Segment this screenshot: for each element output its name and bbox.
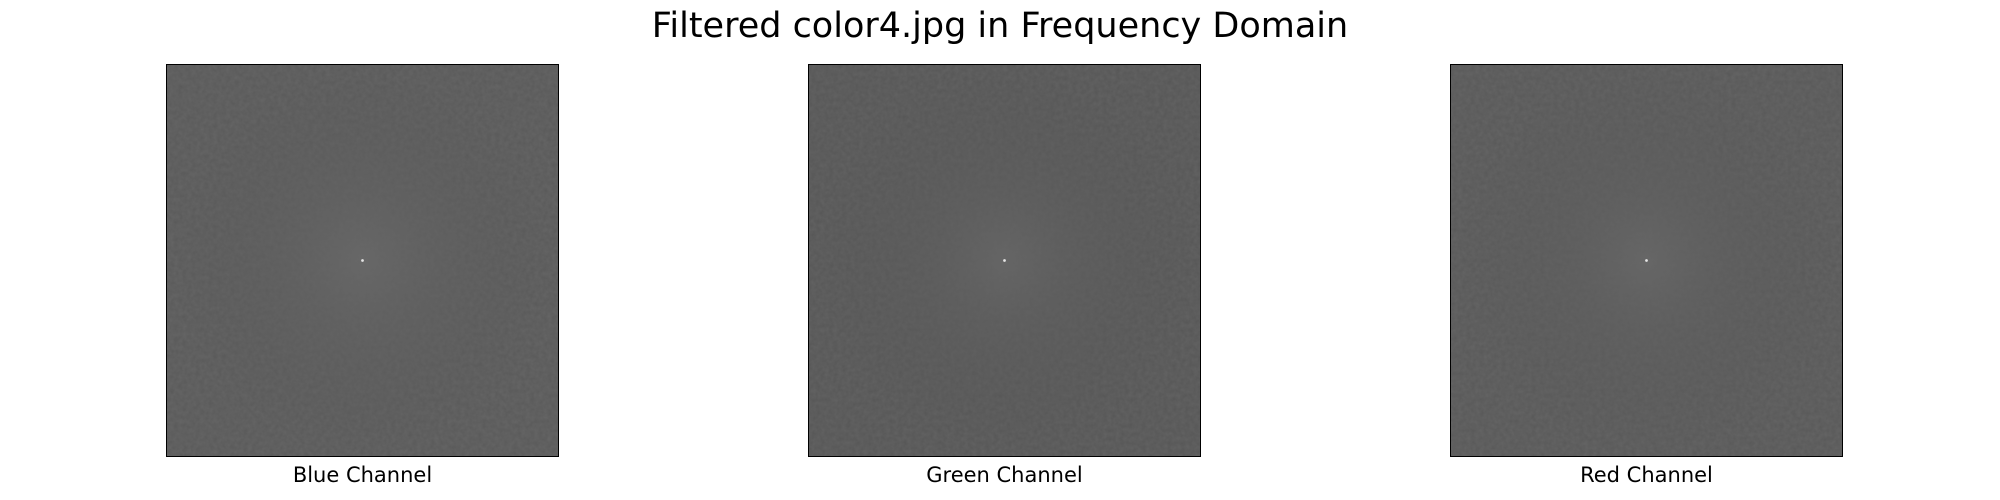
green-channel-label: Green Channel bbox=[926, 463, 1083, 487]
red-channel-label: Red Channel bbox=[1580, 463, 1713, 487]
dc-component-dot bbox=[361, 259, 364, 262]
red-channel-spectrum-image bbox=[1450, 64, 1843, 457]
figure-title: Filtered color4.jpg in Frequency Domain bbox=[651, 6, 1349, 46]
red-channel-spectrum-graphic bbox=[1451, 65, 1842, 456]
blue-channel-spectrum-graphic bbox=[167, 65, 558, 456]
dc-component-dot bbox=[1003, 259, 1006, 262]
dc-component-dot bbox=[1645, 259, 1648, 262]
blue-channel-label: Blue Channel bbox=[292, 463, 433, 487]
green-channel-spectrum-graphic bbox=[809, 65, 1200, 456]
green-channel-spectrum-image bbox=[808, 64, 1201, 457]
blue-channel-spectrum-image bbox=[166, 64, 559, 457]
